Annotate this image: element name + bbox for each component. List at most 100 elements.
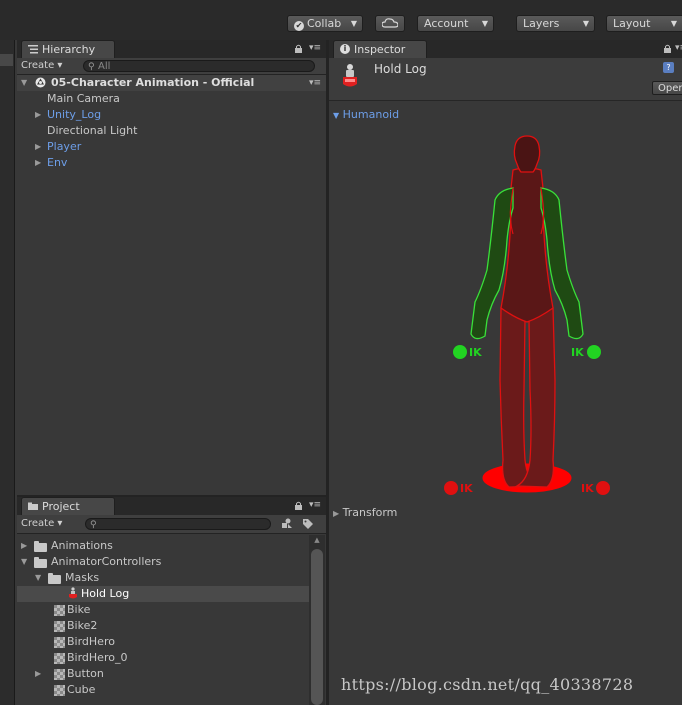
- project-item-label: Button: [67, 667, 104, 680]
- hierarchy-item[interactable]: ▶ Player: [17, 139, 326, 155]
- project-scrollbar[interactable]: ▲: [309, 535, 325, 705]
- open-button-label: Open: [658, 83, 682, 94]
- humanoid-body-mask[interactable]: [429, 130, 629, 502]
- layout-dropdown[interactable]: Layout ▼: [606, 15, 682, 32]
- project-item[interactable]: BirdHero: [17, 634, 309, 650]
- animator-controller-icon: [54, 637, 65, 648]
- left-foot-ik-label: IK: [460, 482, 473, 495]
- avatar-mask-icon: [343, 64, 357, 87]
- hierarchy-item-label: Env: [47, 156, 68, 169]
- scrollbar-thumb[interactable]: [311, 549, 323, 705]
- project-item[interactable]: Cube: [17, 682, 309, 698]
- expand-arrow-icon[interactable]: ▼: [21, 554, 27, 570]
- collapse-arrow-icon[interactable]: ▶: [21, 538, 27, 554]
- expand-arrow-icon[interactable]: ▶: [35, 139, 41, 155]
- help-icon[interactable]: ?: [663, 62, 674, 73]
- project-item[interactable]: ▶ Animations: [17, 538, 309, 554]
- project-item-label: BirdHero_0: [67, 651, 128, 664]
- hierarchy-tabbar: Hierarchy ▾≡: [17, 40, 326, 58]
- expand-arrow-icon: ▼: [333, 111, 340, 120]
- project-tabbar: Project ▾≡: [17, 497, 326, 515]
- scene-row[interactable]: ▼ 05-Character Animation - Official ▾≡: [17, 75, 326, 91]
- main-toolbar: ✔ Collab ▼ Account ▼ Layers ▼ Layout ▼: [0, 0, 682, 40]
- tab-project[interactable]: Project: [21, 497, 115, 515]
- project-item[interactable]: Bike: [17, 602, 309, 618]
- scene-name: 05-Character Animation - Official: [51, 76, 255, 89]
- lock-icon[interactable]: [294, 44, 303, 53]
- scene-menu-icon[interactable]: ▾≡: [309, 78, 321, 88]
- collapse-arrow-icon[interactable]: ▶: [35, 666, 41, 682]
- project-item[interactable]: Hold Log: [17, 586, 309, 602]
- filter-by-label-icon[interactable]: [302, 518, 314, 529]
- animator-controller-icon: [54, 653, 65, 664]
- search-icon: ⚲: [88, 62, 95, 72]
- project-item-label: AnimatorControllers: [51, 555, 162, 568]
- panel-menu-icon[interactable]: ▾≡: [675, 43, 682, 53]
- filter-by-type-icon[interactable]: [281, 518, 293, 529]
- project-item-label: Masks: [65, 571, 100, 584]
- inspector-header: Hold Log ? Open: [329, 58, 682, 101]
- layers-label: Layers: [523, 17, 560, 30]
- project-item[interactable]: BirdHero_0: [17, 650, 309, 666]
- animator-controller-icon: [54, 605, 65, 616]
- create-dropdown[interactable]: Create ▾: [21, 517, 62, 531]
- humanoid-foldout[interactable]: ▼ Humanoid: [333, 107, 399, 123]
- expand-arrow-icon[interactable]: ▶: [35, 155, 41, 171]
- dropdown-arrow-icon: ▼: [481, 19, 488, 28]
- folder-icon: [48, 573, 61, 584]
- open-button[interactable]: Open: [652, 81, 682, 95]
- project-item[interactable]: ▼ Masks: [17, 570, 309, 586]
- scene-view-edge: [0, 40, 15, 705]
- inspector-tabbar: i Inspector ▾≡: [329, 40, 682, 58]
- expand-arrow-icon[interactable]: ▼: [35, 570, 41, 586]
- left-foot-ik-dot[interactable]: [444, 481, 458, 495]
- hierarchy-item[interactable]: ▶ Env: [17, 155, 326, 171]
- hierarchy-item[interactable]: Directional Light: [17, 123, 326, 139]
- collab-label: Collab: [307, 17, 342, 30]
- scene-edge-tab: [0, 54, 13, 66]
- expand-arrow-icon[interactable]: ▼: [21, 75, 27, 91]
- left-hand-ik-dot[interactable]: [453, 345, 467, 359]
- project-item-label: Bike: [67, 603, 91, 616]
- asset-name: Hold Log: [374, 62, 427, 76]
- create-dropdown[interactable]: Create ▾: [21, 59, 62, 73]
- hierarchy-item-label: Main Camera: [47, 92, 120, 105]
- panel-menu-icon[interactable]: ▾≡: [309, 500, 321, 510]
- info-icon: i: [340, 44, 350, 54]
- hierarchy-item[interactable]: ▶ Unity_Log: [17, 107, 326, 123]
- right-foot-ik-dot[interactable]: [596, 481, 610, 495]
- scroll-up-icon[interactable]: ▲: [311, 537, 323, 544]
- hierarchy-item[interactable]: Main Camera: [17, 91, 326, 107]
- account-label: Account: [424, 17, 469, 30]
- list-icon: [28, 45, 38, 54]
- project-item[interactable]: Bike2: [17, 618, 309, 634]
- right-hand-ik-dot[interactable]: [587, 345, 601, 359]
- dropdown-arrow-icon: ▼: [670, 19, 677, 28]
- tab-hierarchy[interactable]: Hierarchy: [21, 40, 115, 58]
- project-item[interactable]: ▶ Button: [17, 666, 309, 682]
- dropdown-arrow-icon: ▼: [582, 19, 589, 28]
- collab-button[interactable]: ✔ Collab ▼: [287, 15, 363, 32]
- lock-icon[interactable]: [294, 501, 303, 510]
- tab-inspector[interactable]: i Inspector: [333, 40, 427, 58]
- expand-arrow-icon[interactable]: ▶: [35, 107, 41, 123]
- transform-label: Transform: [342, 506, 398, 519]
- layers-dropdown[interactable]: Layers ▼: [516, 15, 595, 32]
- project-item[interactable]: ▼ AnimatorControllers: [17, 554, 309, 570]
- layout-label: Layout: [613, 17, 651, 30]
- cloud-button[interactable]: [375, 15, 405, 32]
- search-icon: ⚲: [90, 520, 97, 530]
- search-placeholder: All: [98, 61, 111, 72]
- panel-menu-icon[interactable]: ▾≡: [309, 43, 321, 53]
- project-search-input[interactable]: ⚲: [85, 518, 271, 530]
- inspector-panel: i Inspector ▾≡ Hold Log ? Open ▼ Humanoi…: [329, 40, 682, 705]
- lock-icon[interactable]: [663, 44, 672, 53]
- right-foot-ik-label: IK: [581, 482, 594, 495]
- account-dropdown[interactable]: Account ▼: [417, 15, 494, 32]
- hierarchy-panel: Hierarchy ▾≡ Create ▾ ⚲ All ▼ 05-Charact…: [17, 40, 326, 495]
- animator-controller-icon: [54, 621, 65, 632]
- head[interactable]: [513, 135, 541, 173]
- transform-foldout[interactable]: ▶ Transform: [333, 505, 397, 521]
- hierarchy-search-input[interactable]: ⚲ All: [83, 60, 315, 72]
- project-item-label: BirdHero: [67, 635, 115, 648]
